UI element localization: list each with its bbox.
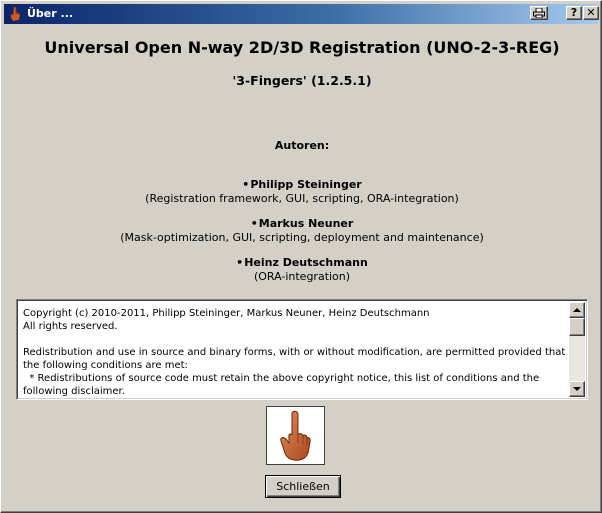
bullet: • [242, 178, 250, 191]
close-icon: ✕ [586, 6, 596, 19]
author-name-text: Heinz Deutschmann [244, 256, 368, 269]
author-name: •Markus Neuner [1, 217, 602, 230]
scroll-down-button[interactable] [569, 381, 585, 397]
license-text-area[interactable]: Copyright (c) 2010-2011, Philipp Steinin… [16, 299, 588, 400]
author-name-text: Markus Neuner [258, 217, 354, 230]
hand-icon [10, 6, 21, 22]
author-role: (Mask-optimization, GUI, scripting, depl… [120, 231, 484, 244]
author-entry: •Markus Neuner (Mask-optimization, GUI, … [1, 217, 602, 244]
author-name-text: Philipp Steininger [250, 178, 362, 191]
license-scrollbar[interactable] [569, 302, 585, 397]
print-icon [533, 8, 545, 18]
author-role: (ORA-integration) [253, 270, 351, 283]
about-dialog: Über ... ? ✕ Universal Open N-way 2D/3D … [0, 0, 602, 513]
author-entry: •Heinz Deutschmann (ORA-integration) [1, 256, 602, 283]
scroll-up-button[interactable] [569, 302, 585, 318]
window-close-button[interactable]: ✕ [583, 6, 599, 20]
window-title: Über ... [27, 7, 74, 20]
app-logo [266, 406, 325, 465]
close-dialog-button[interactable]: Schließen [265, 475, 341, 498]
help-button[interactable]: ? [566, 6, 582, 20]
bullet: • [236, 256, 244, 269]
author-name: •Heinz Deutschmann [1, 256, 602, 269]
authors-heading: Autoren: [274, 139, 330, 152]
app-title: Universal Open N-way 2D/3D Registration … [44, 38, 560, 57]
author-entry: •Philipp Steininger (Registration framew… [1, 178, 602, 205]
app-version: '3-Fingers' (1.2.5.1) [232, 73, 372, 88]
bullet: • [250, 217, 258, 230]
raised-finger-hand-icon [280, 410, 311, 461]
author-name: •Philipp Steininger [1, 178, 602, 191]
arrow-down-icon [573, 387, 581, 391]
title-bar[interactable]: Über ... ? ✕ [4, 4, 599, 24]
arrow-up-icon [573, 308, 581, 312]
scrollbar-thumb[interactable] [569, 318, 585, 336]
license-text: Copyright (c) 2010-2011, Philipp Steinin… [23, 308, 566, 397]
author-role: (Registration framework, GUI, scripting,… [145, 192, 459, 205]
print-button[interactable] [530, 6, 548, 20]
